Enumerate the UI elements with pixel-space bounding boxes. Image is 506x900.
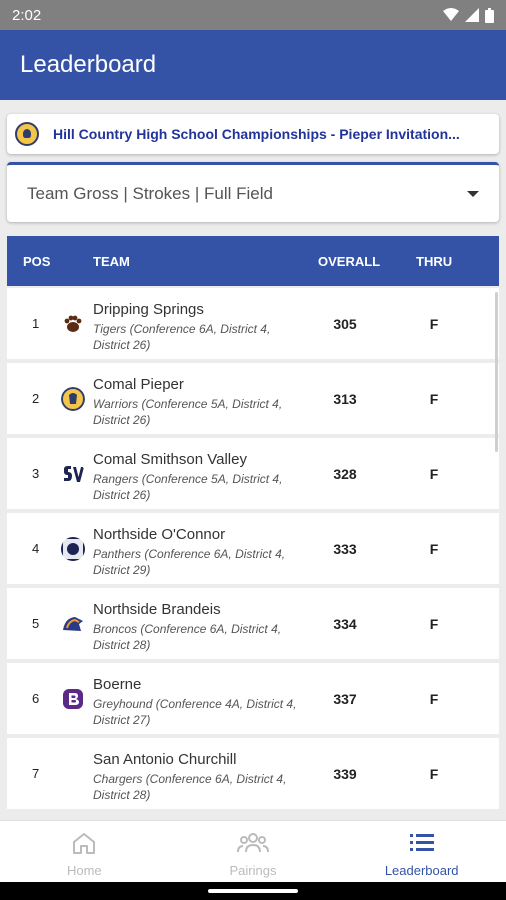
team-details: Greyhound (Conference 4A, District 4, Di… (93, 697, 297, 727)
team-overall: 337 (333, 690, 357, 707)
leaderboard-table-header: POS TEAM OVERALL THRU (7, 236, 499, 286)
nav-leaderboard-label: Leaderboard (384, 863, 459, 878)
warrior-logo-icon (61, 387, 85, 411)
team-name: Comal Smithson Valley (93, 451, 247, 468)
team-name: Boerne (93, 676, 142, 693)
table-row[interactable]: 2 Comal Pieper Warriors (Conference 5A, … (7, 363, 499, 434)
row-pos: 2 (32, 391, 40, 406)
row-pos: 1 (32, 316, 40, 331)
team-name: Northside Brandeis (93, 601, 221, 618)
team-name: San Antonio Churchill (93, 751, 237, 768)
nav-pairings-label: Pairings (229, 863, 277, 878)
panther-logo-icon (61, 537, 85, 561)
team-overall: 328 (333, 465, 357, 482)
header-thru[interactable]: THRU (416, 254, 452, 269)
event-logo-icon (15, 122, 39, 146)
team-overall: 305 (333, 315, 357, 332)
row-pos: 4 (32, 541, 40, 556)
table-row[interactable]: 4 Northside O'Connor Panthers (Conferenc… (7, 513, 499, 584)
team-details: Panthers (Conference 6A, District 4, Dis… (93, 547, 286, 577)
event-name: Hill Country High School Championships -… (53, 126, 460, 142)
header-team[interactable]: TEAM (93, 254, 130, 269)
team-details: Broncos (Conference 6A, District 4, Dist… (93, 622, 282, 652)
wifi-icon (443, 8, 459, 21)
table-row[interactable]: 7 San Antonio Churchill Chargers (Confer… (7, 738, 499, 809)
leaderboard-filter-dropdown[interactable]: Team Gross | Strokes | Full Field (7, 162, 499, 222)
team-thru: F (429, 540, 439, 557)
header-overall[interactable]: OVERALL (318, 254, 380, 269)
team-thru: F (429, 690, 439, 707)
row-pos: 7 (32, 766, 40, 781)
event-selector[interactable]: Hill Country High School Championships -… (7, 114, 499, 154)
nav-home[interactable]: Home (0, 821, 169, 882)
team-overall: 334 (333, 615, 357, 632)
team-details: Tigers (Conference 6A, District 4, Distr… (93, 322, 271, 352)
team-overall: 333 (333, 540, 357, 557)
table-row[interactable]: 1 Dripping Springs Tigers (Conference 6A… (7, 288, 499, 359)
tiger-paw-icon (61, 312, 85, 336)
team-thru: F (429, 765, 439, 782)
nav-pairings[interactable]: Pairings (169, 821, 338, 882)
home-indicator[interactable] (208, 889, 298, 893)
chevron-down-icon[interactable] (467, 190, 479, 197)
app-bar: Leaderboard (0, 30, 506, 100)
system-gesture-bar (0, 882, 506, 900)
filter-selected-value: Team Gross | Strokes | Full Field (27, 183, 273, 203)
row-pos: 3 (32, 466, 40, 481)
team-thru: F (429, 615, 439, 632)
home-icon (73, 833, 96, 854)
list-icon (409, 834, 434, 851)
team-details: Chargers (Conference 6A, District 4, Dis… (93, 772, 287, 802)
group-icon (237, 833, 269, 853)
table-row[interactable]: 3 Comal Smithson Valley Rangers (Confere… (7, 438, 499, 509)
leaderboard-rows: 1 Dripping Springs Tigers (Conference 6A… (7, 288, 499, 813)
table-row[interactable]: 5 Northside Brandeis Broncos (Conference… (7, 588, 499, 659)
bronco-logo-icon (63, 617, 83, 631)
team-overall: 313 (333, 390, 357, 407)
team-details: Warriors (Conference 5A, District 4, Dis… (93, 397, 283, 427)
table-row[interactable]: 6 Boerne Greyhound (Conference 4A, Distr… (7, 663, 499, 734)
row-pos: 5 (32, 616, 40, 631)
team-thru: F (429, 465, 439, 482)
battery-icon (485, 7, 494, 23)
team-thru: F (429, 390, 439, 407)
status-icons (443, 7, 494, 23)
nav-home-label: Home (66, 863, 102, 878)
team-overall: 339 (333, 765, 357, 782)
team-details: Rangers (Conference 5A, District 4, Dist… (93, 472, 283, 502)
signal-icon (465, 8, 479, 22)
page-title: Leaderboard (20, 51, 157, 78)
nav-leaderboard[interactable]: Leaderboard (337, 821, 506, 882)
team-name: Northside O'Connor (93, 526, 226, 543)
bottom-navigation: Home Pairings Leaderboard (0, 820, 506, 882)
greyhound-logo-icon (63, 689, 83, 709)
status-bar: 2:02 (0, 0, 506, 30)
status-time: 2:02 (12, 6, 42, 24)
team-thru: F (429, 315, 439, 332)
scrollbar-thumb[interactable] (495, 292, 498, 452)
header-pos[interactable]: POS (23, 254, 50, 269)
sv-monogram-icon (64, 466, 84, 482)
team-name: Comal Pieper (93, 376, 184, 393)
row-pos: 6 (32, 691, 40, 706)
team-name: Dripping Springs (93, 301, 204, 318)
